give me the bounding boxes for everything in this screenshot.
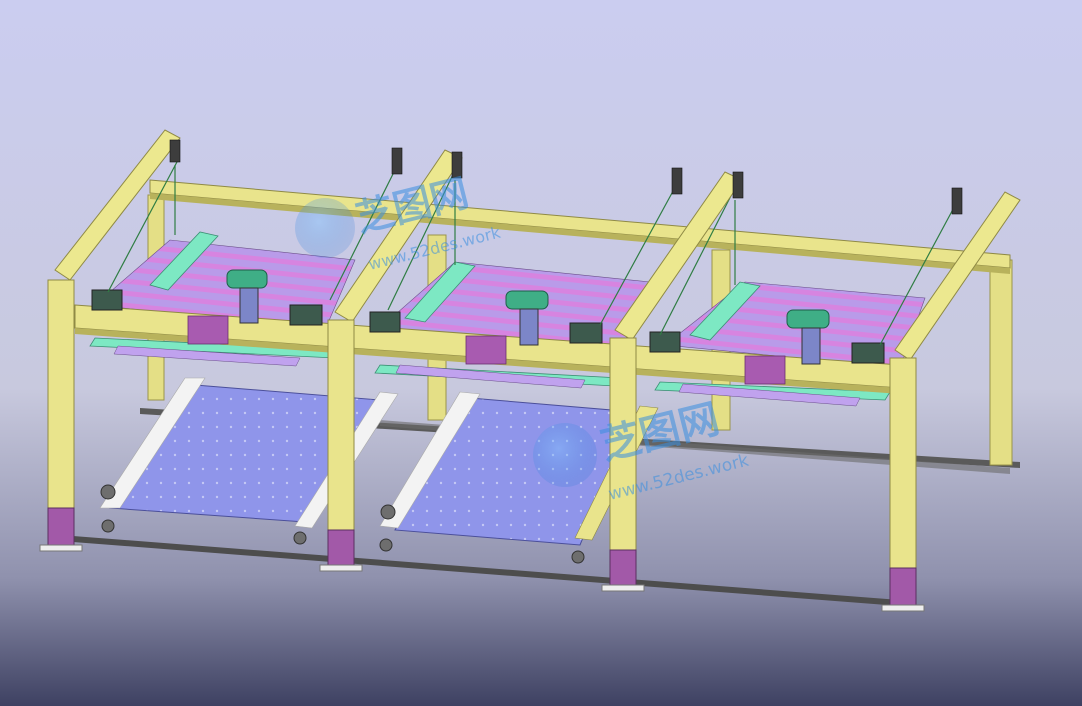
watermark-globe-icon (533, 423, 597, 487)
watermark-globe-icon (295, 198, 355, 258)
cad-render-viewport: 芝图网 www.52des.work 芝图网 www.52des.work (0, 0, 1082, 706)
parking-lift-drawing: 芝图网 www.52des.work 芝图网 www.52des.work (0, 0, 1082, 706)
